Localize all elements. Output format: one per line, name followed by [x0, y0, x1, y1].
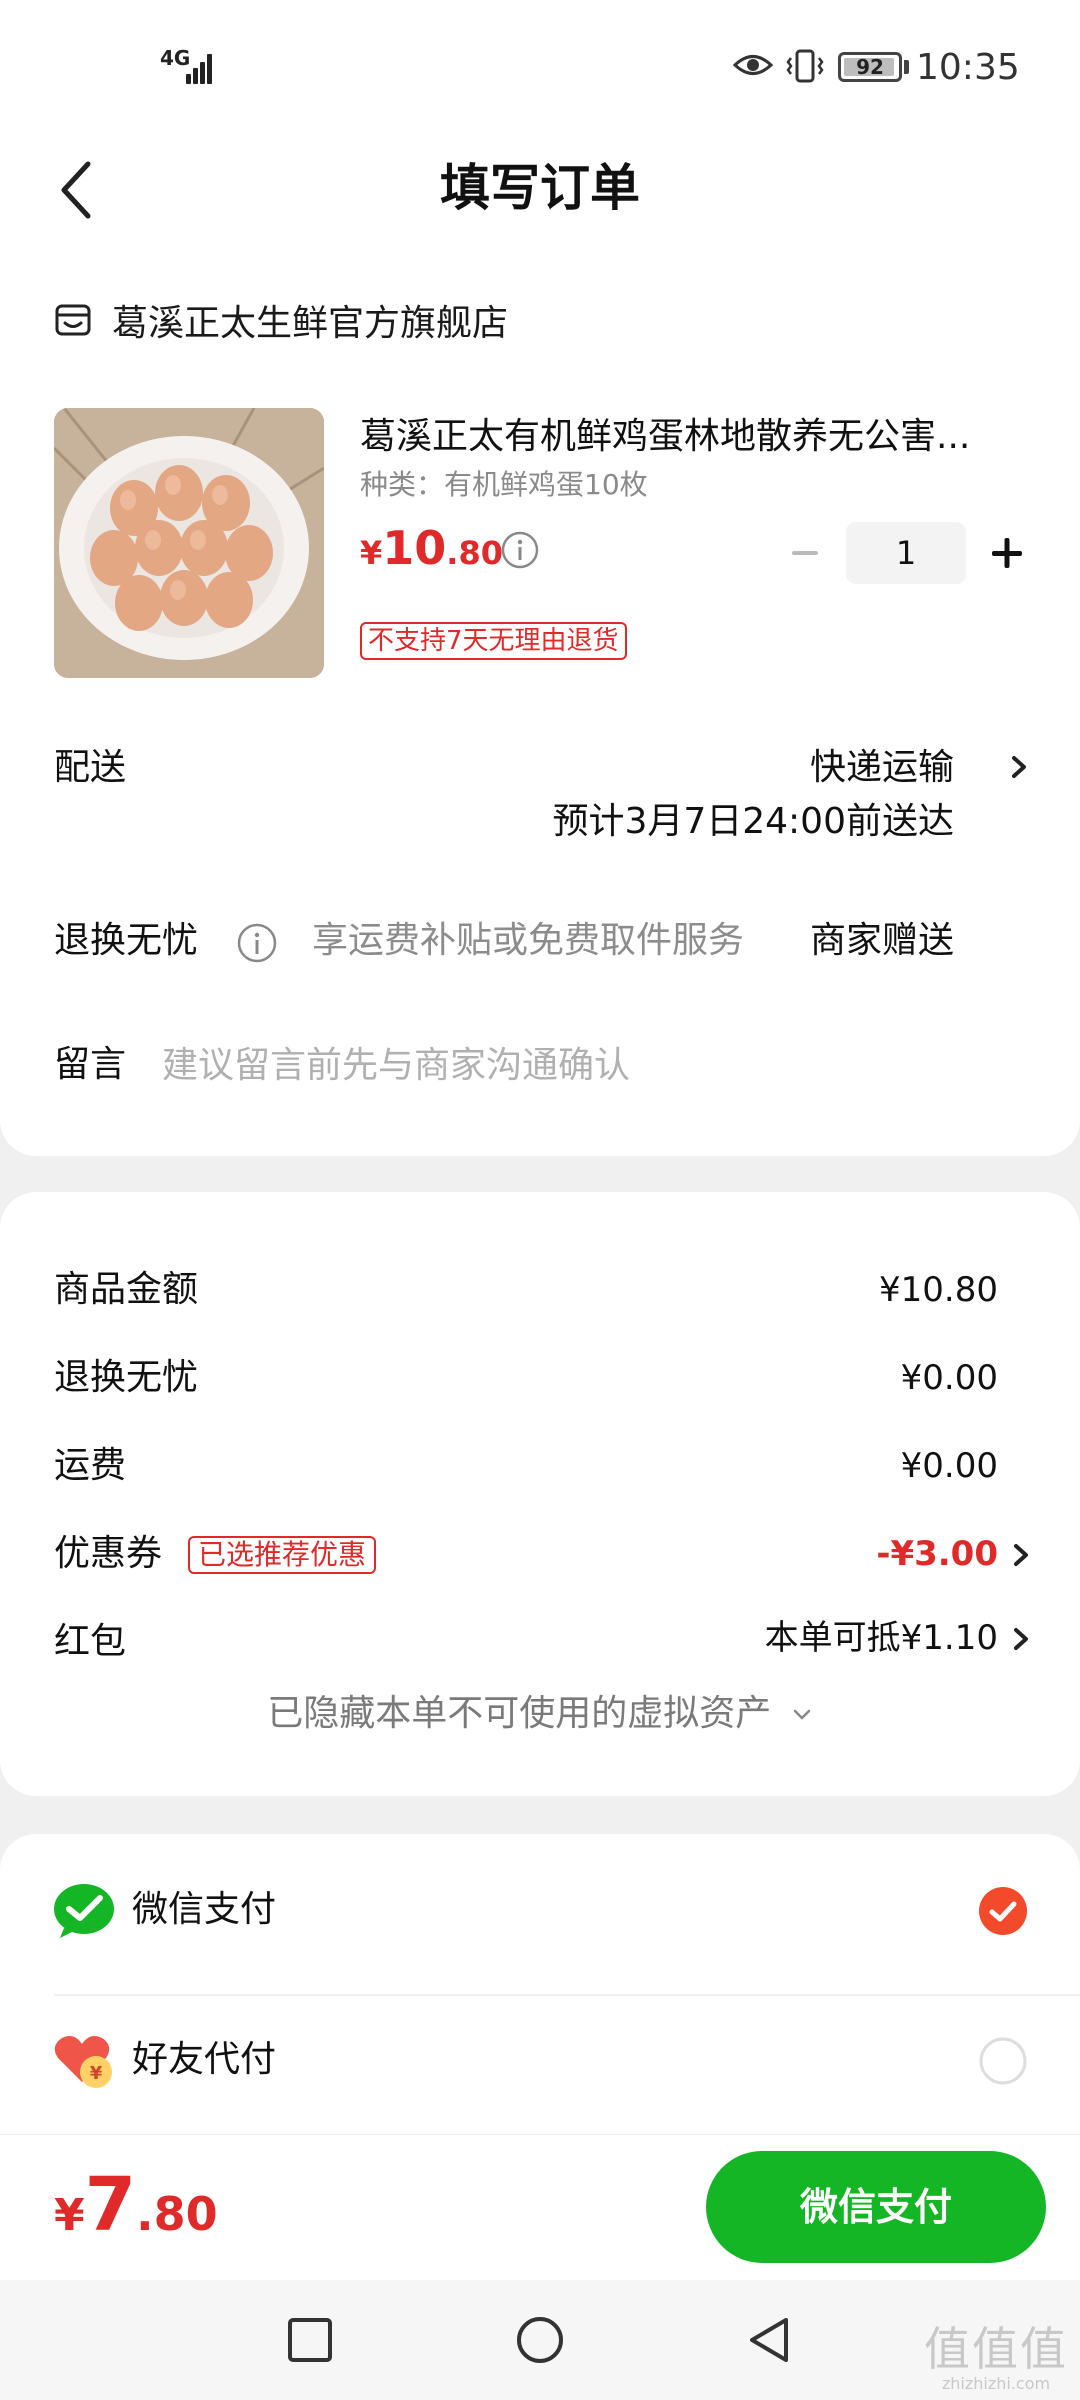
product-spec[interactable]: 种类：有机鲜鸡蛋10枚: [360, 462, 648, 508]
quantity-value[interactable]: 1: [846, 522, 966, 584]
shop-name: 葛溪正太生鲜官方旗舰店: [112, 303, 509, 344]
delivery-eta: 预计3月7日24:00前送达: [552, 801, 954, 842]
coupon-value[interactable]: -¥3.00: [876, 1528, 998, 1580]
system-nav-bar: 值值值 zhizhizhi.com: [0, 2280, 1080, 2400]
total-price: ¥7.80: [54, 2159, 218, 2271]
checkout-bar: ¥7.80 微信支付: [0, 2134, 1080, 2280]
payment-option-label: 微信支付: [132, 1889, 277, 1930]
chevron-down-icon: [793, 1709, 810, 1720]
goods-amount-label: 商品金额: [54, 1269, 199, 1310]
coupon-label: 优惠券: [54, 1533, 163, 1574]
quantity-minus-button[interactable]: [780, 528, 830, 578]
product-title[interactable]: 葛溪正太有机鲜鸡蛋林地散养无公害...: [360, 410, 1030, 464]
page-title: 填写订单: [440, 159, 640, 217]
status-bar: 4G 92 10:35: [0, 0, 1080, 130]
delivery-label: 配送: [54, 747, 127, 788]
eye-icon: [733, 55, 773, 75]
total-currency: ¥: [54, 2190, 85, 2241]
red-packet-chevron-icon[interactable]: [1008, 1624, 1034, 1654]
delivery-method[interactable]: 快递运输: [810, 742, 954, 794]
order-card: 葛溪正太生鲜官方旗舰店 葛溪正太有机鲜鸡蛋林地散养无公害... 种类：有机鲜鸡蛋…: [0, 250, 1080, 1156]
header: 填写订单: [0, 130, 1080, 250]
svg-text:¥: ¥: [90, 2063, 103, 2084]
total-decimal: .80: [136, 2187, 218, 2241]
clock: 10:35: [916, 47, 1020, 88]
note-label: 留言: [54, 1044, 127, 1085]
coupon-chevron-icon[interactable]: [1008, 1540, 1034, 1570]
back-nav-icon[interactable]: [742, 2312, 798, 2368]
watermark: 值值值 zhizhizhi.com: [924, 2324, 1068, 2394]
shipping-value: ¥0.00: [900, 1446, 998, 1486]
signal-icon: [186, 50, 216, 84]
total-integer: 7: [84, 2162, 137, 2248]
wechat-pay-icon: [54, 1884, 114, 1938]
worry-free-cost-label: 退换无忧: [54, 1357, 199, 1398]
checked-radio-icon[interactable]: [978, 1886, 1028, 1936]
watermark-text: 值值值: [924, 2322, 1068, 2376]
payment-card: 微信支付 ¥ 好友代付: [0, 1834, 1080, 2134]
quantity-plus-button[interactable]: [980, 526, 1034, 580]
return-policy-badge: 不支持7天无理由退货: [360, 622, 627, 660]
price-info-icon[interactable]: [500, 530, 540, 570]
worry-free-info-icon[interactable]: [236, 922, 278, 964]
product-image[interactable]: [54, 408, 324, 678]
price-currency: ¥: [360, 534, 383, 572]
shop-icon: [55, 304, 91, 336]
worry-free-description: 享运费补贴或免费取件服务: [312, 920, 745, 961]
battery-tip: [904, 60, 909, 74]
red-packet-label: 红包: [54, 1621, 127, 1662]
payment-option-label: 好友代付: [132, 2039, 277, 2080]
shipping-label: 运费: [54, 1445, 127, 1486]
price-decimal: .80: [446, 534, 503, 572]
unchecked-radio-icon[interactable]: [978, 2036, 1028, 2086]
payment-option-wechat[interactable]: 微信支付: [0, 1834, 1080, 1996]
recent-apps-icon[interactable]: [282, 2312, 338, 2368]
cost-card: 商品金额 ¥10.80 退换无忧 ¥0.00 运费 ¥0.00 优惠券 已选推荐…: [0, 1192, 1080, 1796]
friend-pay-icon: ¥: [54, 2036, 112, 2088]
worry-free-cost-value: ¥0.00: [900, 1358, 998, 1398]
product-price: ¥10.80: [360, 518, 503, 589]
coupon-badge: 已选推荐优惠: [188, 1536, 377, 1574]
watermark-url: zhizhizhi.com: [941, 2374, 1051, 2393]
worry-free-label: 退换无忧: [54, 920, 199, 961]
note-input[interactable]: [162, 1034, 962, 1096]
delivery-chevron-icon[interactable]: [1006, 752, 1032, 782]
worry-free-gift: 商家赠送: [809, 920, 954, 961]
payment-option-friend[interactable]: ¥ 好友代付: [0, 1984, 1080, 2134]
vibrate-icon: [786, 49, 824, 83]
price-integer: 10: [382, 521, 447, 575]
goods-amount-value: ¥10.80: [879, 1270, 998, 1310]
home-icon[interactable]: [512, 2312, 568, 2368]
hidden-assets-toggle[interactable]: 已隐藏本单不可使用的虚拟资产: [0, 1688, 1080, 1740]
hidden-assets-label: 已隐藏本单不可使用的虚拟资产: [267, 1693, 772, 1734]
red-packet-value[interactable]: 本单可抵¥1.10: [765, 1612, 998, 1664]
battery-level: 92: [856, 55, 884, 79]
pay-button[interactable]: 微信支付: [706, 2151, 1046, 2263]
battery-icon: 92: [838, 52, 902, 82]
shop-row[interactable]: 葛溪正太生鲜官方旗舰店: [54, 290, 508, 350]
